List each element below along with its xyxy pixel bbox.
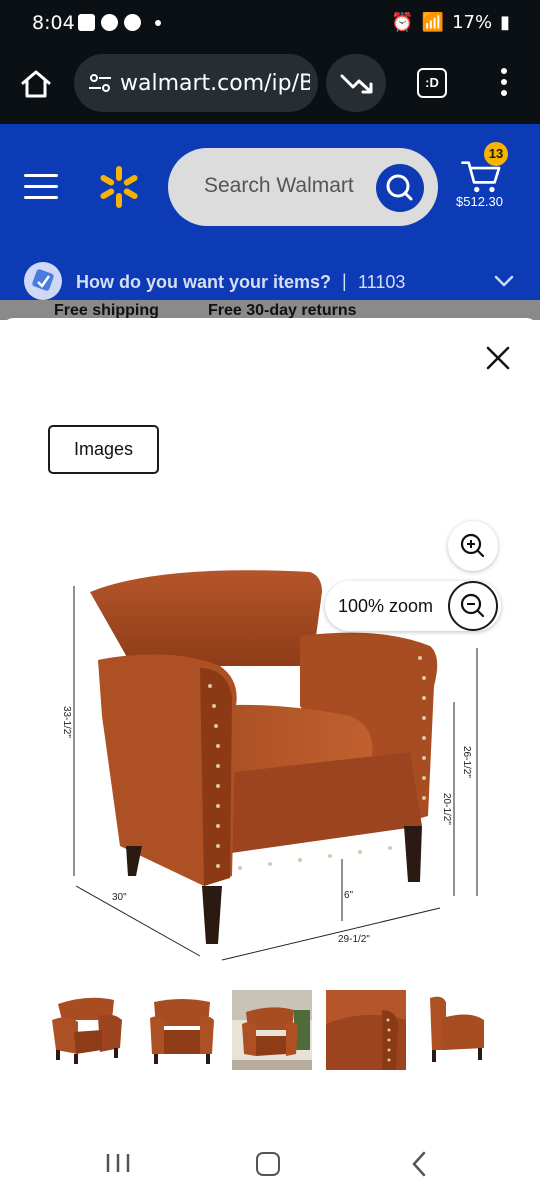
dim-leg: 6" — [344, 890, 354, 901]
zoom-out-icon[interactable] — [448, 581, 498, 631]
thumbnail-strip — [40, 990, 510, 1072]
fulfillment-zip: 11103 — [358, 272, 406, 292]
close-icon[interactable] — [484, 344, 512, 372]
trending-down-icon[interactable] — [326, 54, 386, 112]
wifi-signal-icon: 📶 — [421, 12, 445, 33]
thumbnail-3[interactable] — [232, 990, 312, 1070]
back-icon[interactable] — [410, 1150, 428, 1178]
thumbnail-2[interactable] — [142, 990, 222, 1070]
home-nav-icon[interactable] — [256, 1152, 280, 1176]
search-input[interactable]: Search Walmart — [168, 148, 438, 226]
cart-count-badge: 13 — [484, 142, 508, 166]
notification-icons — [78, 14, 161, 31]
url-bar[interactable]: walmart.com/ip/B — [74, 54, 318, 112]
thumbnail-5[interactable] — [420, 990, 500, 1070]
status-right: ⏰ 📶 17% ▮ — [391, 12, 510, 33]
more-vert-icon[interactable] — [496, 68, 512, 100]
zoom-in-icon[interactable] — [448, 521, 498, 571]
hamburger-icon[interactable] — [24, 174, 58, 200]
zoom-level-text: 100% zoom — [338, 596, 434, 616]
walmart-spark-icon[interactable] — [96, 164, 142, 210]
system-nav-bar — [0, 1128, 540, 1200]
url-text: walmart.com/ip/B — [120, 71, 310, 96]
home-icon[interactable] — [18, 66, 54, 102]
search-icon[interactable] — [376, 164, 424, 212]
thumbnail-1[interactable] — [48, 990, 128, 1070]
dim-height-arm: 26-1/2" — [461, 746, 472, 778]
chevron-down-icon[interactable] — [494, 274, 514, 288]
status-time: 8:04 — [32, 12, 75, 34]
location-icon — [24, 262, 62, 300]
alarm-icon: ⏰ — [391, 12, 414, 33]
fulfillment-question: How do you want your items? — [76, 272, 332, 292]
cart-total: $512.30 — [456, 194, 503, 209]
facebook-notification-icon — [101, 14, 118, 31]
blocked-notification-icon — [124, 14, 141, 31]
search-placeholder: Search Walmart — [204, 174, 354, 197]
battery-icon: ▮ — [500, 12, 510, 33]
tab-images[interactable]: Images — [48, 425, 159, 474]
recent-apps-icon[interactable] — [105, 1152, 131, 1174]
browser-toolbar: walmart.com/ip/B :D — [0, 48, 540, 124]
gallery-notification-icon — [78, 14, 95, 31]
dim-width: 29-1/2" — [338, 934, 370, 945]
site-header: Search Walmart 13 $512.30 — [0, 124, 540, 252]
status-bar: 8:04 ⏰ 📶 17% ▮ — [0, 0, 540, 48]
benefits-strip: Free shipping Free 30-day returns — [0, 300, 540, 320]
thumbnail-4[interactable] — [326, 990, 406, 1070]
tab-switcher-icon[interactable]: :D — [417, 68, 447, 98]
more-notifications-dot — [155, 19, 161, 26]
dim-height-seat: 20-1/2" — [441, 793, 452, 825]
fulfillment-separator: | — [342, 271, 347, 291]
battery-percent: 17% — [452, 12, 493, 33]
dim-height-total: 33-1/2" — [61, 706, 72, 738]
dim-depth: 30" — [112, 892, 127, 903]
tune-icon[interactable] — [88, 74, 112, 92]
image-viewer-sheet: Images 33-1/2" 26-1/2" 20-1/2" 6" 30" 29… — [0, 318, 540, 1128]
